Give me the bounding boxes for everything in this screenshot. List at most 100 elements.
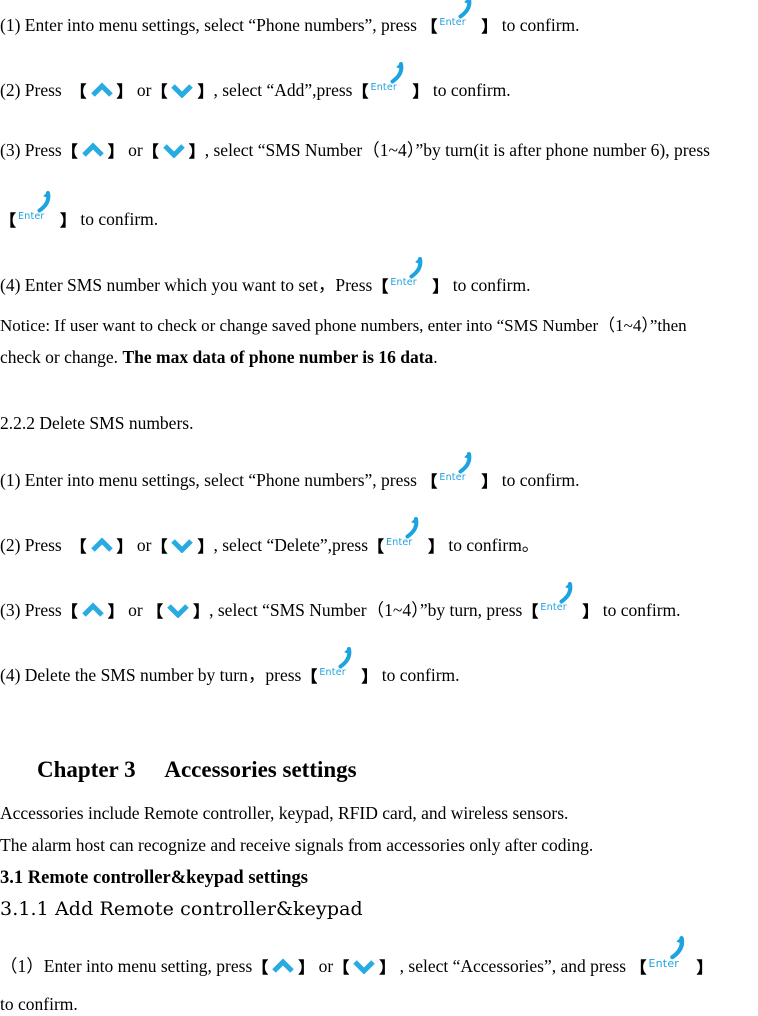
chevron-up-key-icon bbox=[78, 602, 108, 617]
enter-key-icon: Enter bbox=[437, 452, 481, 488]
bracket-close-glyph: 】 bbox=[197, 82, 214, 101]
bracket-close-glyph: 】 bbox=[298, 958, 315, 977]
bracket-close-glyph: 】 bbox=[60, 211, 77, 230]
up-key-group: 【】 bbox=[70, 82, 133, 101]
notice-text-tail: . bbox=[433, 347, 438, 367]
enter-key-label: Enter bbox=[386, 537, 413, 548]
bracket-close-glyph: 】 bbox=[188, 142, 205, 161]
bracket-close-glyph: 】 bbox=[116, 82, 133, 101]
chevron-down-key-icon bbox=[167, 83, 197, 98]
chapter-3-intro-line-1: Accessories include Remote controller, k… bbox=[0, 803, 569, 823]
down-key-group: 【】 bbox=[147, 602, 209, 620]
bracket-close-glyph: 】 bbox=[197, 537, 214, 556]
heading-3-1-1: 3.1.1 Add Remote controller&keypad bbox=[0, 898, 363, 920]
step-text: (1) Enter into menu settings, select “Ph… bbox=[0, 470, 417, 490]
step-text: (3) Press bbox=[0, 600, 62, 620]
chapter-3-heading: Chapter 3 Accessories settings bbox=[14, 735, 357, 804]
bracket-close-glyph: 】 bbox=[107, 602, 124, 621]
step-text-tail: to confirm. bbox=[381, 665, 460, 685]
chapter-number: Chapter 3 bbox=[37, 757, 136, 782]
bracket-open-glyph: 【 bbox=[142, 142, 159, 161]
enter-key-icon: Enter bbox=[646, 936, 696, 974]
enter-key-label: Enter bbox=[439, 17, 466, 28]
up-key-group: 【】 bbox=[70, 537, 133, 556]
chapter-title: Accessories settings bbox=[164, 757, 357, 782]
step-text-tail: to confirm。 bbox=[448, 535, 540, 555]
bracket-open-glyph: 【 bbox=[61, 142, 78, 161]
chevron-up-key-icon bbox=[87, 537, 117, 552]
step-text: (3) Press bbox=[0, 140, 62, 160]
step-text: (4) Delete the SMS number by turn，press bbox=[0, 665, 302, 685]
step-text-mid: , select “SMS Number（1~4）”by turn, press bbox=[209, 600, 523, 620]
step-text: (1) Enter into menu settings, select “Ph… bbox=[0, 15, 417, 35]
paragraph-2-2-1-step-1: (1) Enter into menu settings, select “Ph… bbox=[0, 0, 580, 36]
enter-key-icon: Enter bbox=[369, 62, 413, 98]
bracket-open-glyph: 【 bbox=[630, 958, 647, 977]
chevron-down-key-icon bbox=[159, 143, 189, 158]
enter-key-label: Enter bbox=[370, 82, 397, 93]
bracket-close-glyph: 】 bbox=[696, 958, 713, 977]
enter-key-group: 【Enter 】 bbox=[301, 647, 378, 686]
step-text-mid: , select “Delete”,press bbox=[213, 535, 369, 555]
enter-key-group: 【Enter 】 bbox=[522, 582, 598, 621]
chevron-down-key-icon bbox=[163, 603, 193, 618]
bracket-close-glyph: 】 bbox=[412, 82, 429, 101]
enter-key-icon: Enter bbox=[437, 0, 481, 33]
notice-line-1: Notice: If user want to check or change … bbox=[0, 316, 687, 335]
up-key-group: 【】 bbox=[62, 142, 124, 160]
bracket-close-glyph: 】 bbox=[432, 277, 449, 296]
bracket-close-glyph: 】 bbox=[481, 472, 498, 491]
heading-2-2-2: 2.2.2 Delete SMS numbers. bbox=[0, 413, 194, 433]
bracket-open-glyph: 【 bbox=[0, 211, 17, 230]
step-text: (2) Press bbox=[0, 80, 62, 100]
paragraph-2-2-1-step-3: (3) Press【】 or【】, select “SMS Number（1~4… bbox=[0, 140, 710, 160]
enter-key-label: Enter bbox=[390, 277, 417, 288]
enter-key-group: 【Enter 】 bbox=[372, 257, 449, 296]
notice-text-bold: The max data of phone number is 16 data bbox=[122, 347, 434, 367]
enter-key-group: 【Enter 】 bbox=[630, 936, 713, 977]
enter-key-icon: Enter bbox=[384, 517, 428, 553]
bracket-open-glyph: 【 bbox=[70, 82, 87, 101]
enter-key-label: Enter bbox=[319, 667, 346, 678]
paragraph-2-2-1-step-4: (4) Enter SMS number which you want to s… bbox=[0, 257, 531, 296]
paragraph-2-2-2-step-1: (1) Enter into menu settings, select “Ph… bbox=[0, 452, 580, 491]
bracket-open-glyph: 【 bbox=[352, 82, 369, 101]
chapter-heading-gap bbox=[136, 757, 165, 782]
down-key-group: 【】 bbox=[143, 142, 205, 160]
step-text-tail: to confirm. bbox=[602, 600, 681, 620]
heading-3-1: 3.1 Remote controller&keypad settings bbox=[0, 868, 308, 888]
step-text-tail: to confirm. bbox=[432, 80, 511, 100]
step-text-tail: to confirm. bbox=[452, 275, 531, 295]
enter-key-label: Enter bbox=[540, 602, 567, 613]
up-key-group: 【】 bbox=[62, 602, 124, 620]
bracket-close-glyph: 】 bbox=[361, 667, 378, 686]
bracket-open-glyph: 【 bbox=[70, 537, 87, 556]
bracket-open-glyph: 【 bbox=[151, 82, 168, 101]
enter-key-group: 【Enter 】 bbox=[421, 452, 498, 491]
document-page: (1) Enter into menu settings, select “Ph… bbox=[0, 0, 758, 1016]
conjunction-or: or bbox=[128, 600, 143, 620]
conjunction-or: or bbox=[136, 535, 152, 555]
notice-line-2: check or change. The max data of phone n… bbox=[0, 347, 438, 367]
paragraph-2-2-1-step-2: (2) Press 【】 or【】, select “Add”,press【 En… bbox=[0, 62, 511, 101]
bracket-open-glyph: 【 bbox=[252, 958, 269, 977]
step-text: （1）Enter into menu setting, press bbox=[0, 956, 253, 976]
notice-text-plain: check or change. bbox=[0, 347, 123, 367]
paragraph-2-2-2-step-3: (3) Press【】 or 【】, select “SMS Number（1~… bbox=[0, 582, 681, 621]
paragraph-2-2-2-step-4: (4) Delete the SMS number by turn，press【… bbox=[0, 647, 460, 686]
enter-key-icon: Enter bbox=[538, 582, 582, 618]
bracket-open-glyph: 【 bbox=[61, 602, 78, 621]
conjunction-or: or bbox=[136, 80, 152, 100]
chevron-up-key-icon bbox=[87, 82, 117, 97]
step-text-tail: to confirm. bbox=[501, 470, 580, 490]
bracket-close-glyph: 】 bbox=[481, 17, 498, 36]
step-text-mid: , select “Accessories”, and press bbox=[399, 956, 627, 976]
paragraph-3-1-1-step-1: （1）Enter into menu setting, press【】 or【】… bbox=[0, 936, 713, 977]
chevron-up-key-icon bbox=[78, 142, 108, 157]
step-text-mid: , select “SMS Number（1~4）”by turn(it is … bbox=[204, 140, 710, 160]
bracket-open-glyph: 【 bbox=[522, 602, 539, 621]
step-text-tail: to confirm. bbox=[501, 15, 580, 35]
up-key-group: 【】 bbox=[252, 958, 314, 976]
bracket-close-glyph: 】 bbox=[107, 142, 124, 161]
bracket-open-glyph: 【 bbox=[372, 277, 389, 296]
